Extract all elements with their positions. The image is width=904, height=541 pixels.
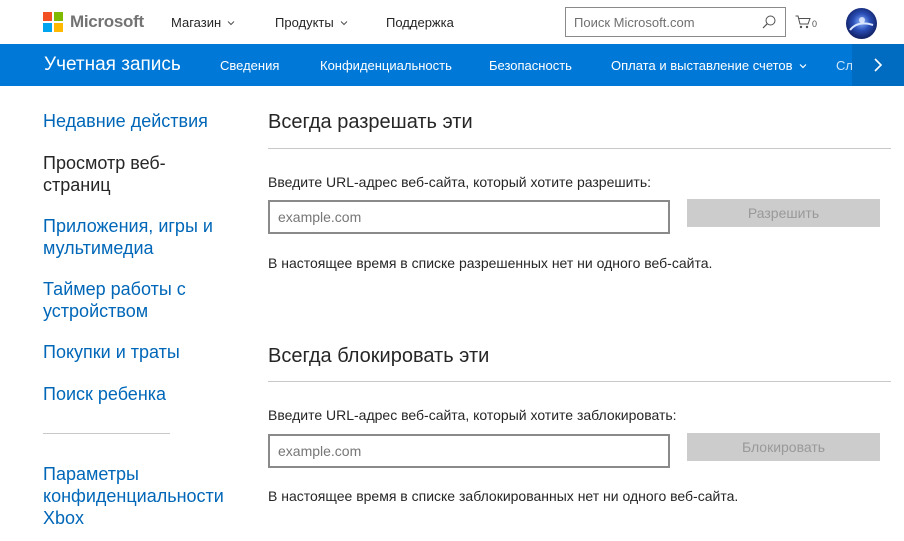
tab-privacy[interactable]: Конфиденциальность [320,58,452,73]
user-avatar[interactable] [846,8,877,39]
cart-icon [795,15,811,29]
nav-support[interactable]: Поддержка [386,15,454,30]
sidebar-item-recent-activity[interactable]: Недавние действия [43,110,208,132]
nav-support-label: Поддержка [386,15,454,30]
allow-prompt: Введите URL-адрес веб-сайта, который хот… [268,174,652,190]
nav-products[interactable]: Продукты [275,15,349,30]
block-button[interactable]: Блокировать [687,433,880,461]
tab-clipped[interactable]: Сл [836,58,852,73]
chevron-down-icon [227,20,235,25]
search-box [565,7,786,37]
tabs-scroll-next-button[interactable] [852,44,904,86]
block-list-status: В настоящее время в списке заблокированн… [268,488,739,504]
sidebar-item-apps-games-media[interactable]: Приложения, игры и мультимедиа [43,215,233,259]
allow-url-input[interactable] [268,200,670,234]
block-url-input[interactable] [268,434,670,468]
top-header: Microsoft Магазин Продукты Поддержка 0 [0,0,904,44]
tab-payment-billing-label: Оплата и выставление счетов [611,58,793,73]
chevron-down-icon [799,63,807,68]
tab-payment-billing[interactable]: Оплата и выставление счетов [611,58,808,73]
allow-section-title: Всегда разрешать эти [268,111,473,133]
sidebar-item-xbox-privacy[interactable]: Параметры конфиденциальности Xbox [43,463,243,529]
cart-count: 0 [812,19,818,29]
account-title[interactable]: Учетная запись [44,54,181,76]
chevron-down-icon [340,20,348,25]
logo-text: Microsoft [70,12,144,31]
allow-section-divider [268,148,891,149]
sidebar-item-screen-time[interactable]: Таймер работы с устройством [43,278,213,322]
sidebar-divider [43,433,170,434]
account-nav-bar: Учетная запись Сведения Конфиденциальнос… [0,44,904,86]
chevron-right-icon [874,58,883,72]
allow-button[interactable]: Разрешить [687,199,880,227]
microsoft-logo-icon [43,12,63,32]
block-section-divider [268,381,891,382]
block-section-title: Всегда блокировать эти [268,345,490,367]
microsoft-logo[interactable]: Microsoft [43,12,144,32]
block-prompt: Введите URL-адрес веб-сайта, который хот… [268,407,677,423]
tab-security[interactable]: Безопасность [489,58,572,73]
nav-products-label: Продукты [275,15,334,30]
allow-list-status: В настоящее время в списке разрешенных н… [268,255,713,271]
sidebar-item-purchases[interactable]: Покупки и траты [43,341,180,363]
sidebar-item-find-child[interactable]: Поиск ребенка [43,383,166,405]
nav-store-label: Магазин [171,15,222,30]
cart-button[interactable]: 0 [795,15,817,29]
sidebar-item-web-browsing[interactable]: Просмотр веб-страниц [43,152,193,196]
search-input[interactable] [566,8,756,36]
tab-info[interactable]: Сведения [220,58,279,73]
avatar-image-icon [846,8,877,39]
nav-store[interactable]: Магазин [171,15,236,30]
search-icon[interactable] [761,14,777,30]
